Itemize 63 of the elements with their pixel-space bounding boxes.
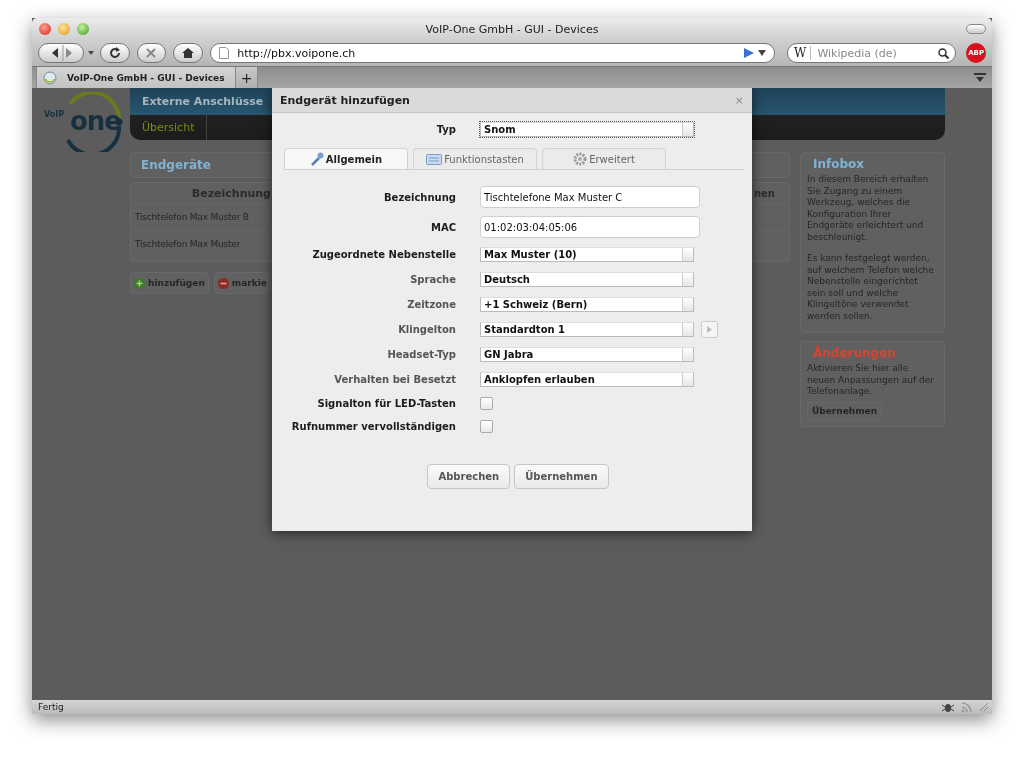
field-label: Zeitzone: [406, 299, 456, 310]
home-icon: [182, 47, 195, 59]
field-label: MAC: [429, 221, 456, 233]
checkbox[interactable]: [480, 420, 493, 433]
resize-grip-icon[interactable]: [979, 702, 989, 712]
address-bar[interactable]: http://pbx.voipone.ch: [210, 43, 776, 63]
minus-icon: [217, 277, 229, 289]
go-icon[interactable]: [744, 48, 767, 58]
table-cell: Tischtelefon Max Muster: [135, 239, 241, 249]
field-label: Zugeordnete Nebenstelle: [311, 249, 456, 260]
field-label: Typ: [435, 123, 456, 135]
reload-button[interactable]: [99, 43, 130, 63]
gear-icon: [573, 152, 588, 166]
dropdown[interactable]: Standardton 1: [480, 322, 694, 337]
stop-button[interactable]: [136, 43, 167, 63]
dialog-tab[interactable]: Erweitert: [542, 148, 666, 169]
play-icon: [707, 326, 712, 333]
caret-icon[interactable]: [87, 51, 94, 55]
dialog-button[interactable]: Abbrechen: [427, 464, 511, 489]
new-tab-button[interactable]: +: [236, 67, 258, 88]
checkbox[interactable]: [480, 397, 493, 410]
wrench-icon: [309, 152, 324, 166]
field-label: Headset-Typ: [386, 349, 456, 360]
favicon-icon: [43, 70, 57, 85]
subnav-link[interactable]: Übersicht: [130, 115, 208, 140]
search-field[interactable]: W Wikipedia (de): [787, 43, 957, 63]
toolbar-toggle-button[interactable]: [966, 24, 986, 34]
field-label: Bezeichnung: [383, 191, 456, 203]
dialog-title: Endgerät hinzufügen: [280, 93, 410, 107]
close-button[interactable]: [39, 23, 51, 35]
keyboard-icon: [426, 153, 443, 165]
status-text: Fertig: [38, 702, 64, 712]
page-icon: [219, 47, 230, 59]
type-dropdown[interactable]: Snom: [480, 121, 694, 137]
text-input[interactable]: Tischtelefone Max Muster C: [480, 186, 700, 208]
section-title: Endgeräte: [141, 158, 211, 172]
field-label: Rufnummer vervollständigen: [290, 421, 456, 432]
browser-tab[interactable]: VoIP-One GmbH - GUI - Devices: [36, 67, 236, 88]
home-button[interactable]: [173, 43, 204, 63]
field-label: Sprache: [409, 274, 456, 285]
plus-icon: [134, 277, 145, 289]
window-title: VoIP-One GmbH - GUI - Devices: [425, 22, 599, 36]
dropdown[interactable]: +1 Schweiz (Bern): [480, 297, 694, 312]
dialog-button[interactable]: Übernehmen: [514, 464, 609, 489]
text-input[interactable]: 01:02:03:04:05:06: [480, 216, 700, 238]
dropdown[interactable]: Anklopfen erlauben: [480, 372, 694, 387]
dropdown[interactable]: Max Muster (10): [480, 247, 694, 262]
field-label: Klingelton: [397, 324, 456, 335]
bug-icon[interactable]: [941, 701, 955, 713]
infobox-title: Infobox: [813, 157, 866, 171]
dropdown[interactable]: GN Jabra: [480, 347, 694, 362]
logo-text: VoIP: [44, 110, 65, 119]
reload-icon: [108, 47, 121, 59]
field-label: Signalton für LED-Tasten: [316, 398, 456, 409]
changes-title: Änderungen: [813, 346, 897, 360]
dialog-tab[interactable]: Allgemein: [284, 148, 408, 169]
tab-list-icon[interactable]: [974, 73, 986, 83]
stop-icon: [145, 47, 158, 59]
dialog-tab[interactable]: Funktionstasten: [413, 148, 537, 169]
back-forward-button[interactable]: [38, 43, 84, 63]
field-label: Verhalten bei Besetzt: [333, 374, 456, 385]
dropdown[interactable]: Deutsch: [480, 272, 694, 287]
search-icon[interactable]: [938, 47, 950, 59]
